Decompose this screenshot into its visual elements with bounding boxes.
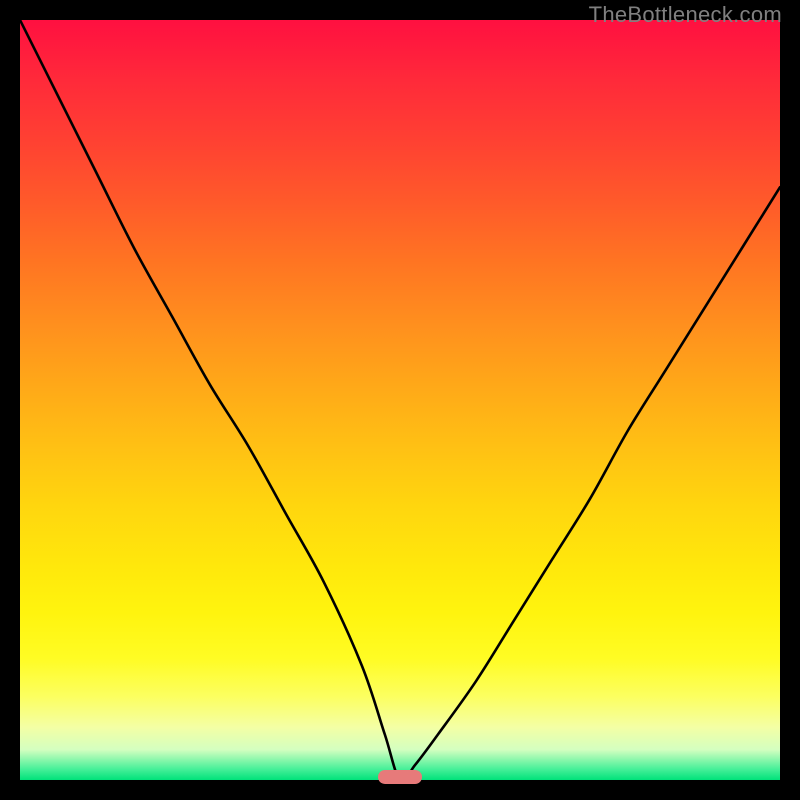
bottleneck-curve <box>20 20 780 780</box>
watermark-text: TheBottleneck.com <box>589 2 782 28</box>
chart-frame <box>20 20 780 780</box>
optimal-point-marker <box>378 770 422 784</box>
